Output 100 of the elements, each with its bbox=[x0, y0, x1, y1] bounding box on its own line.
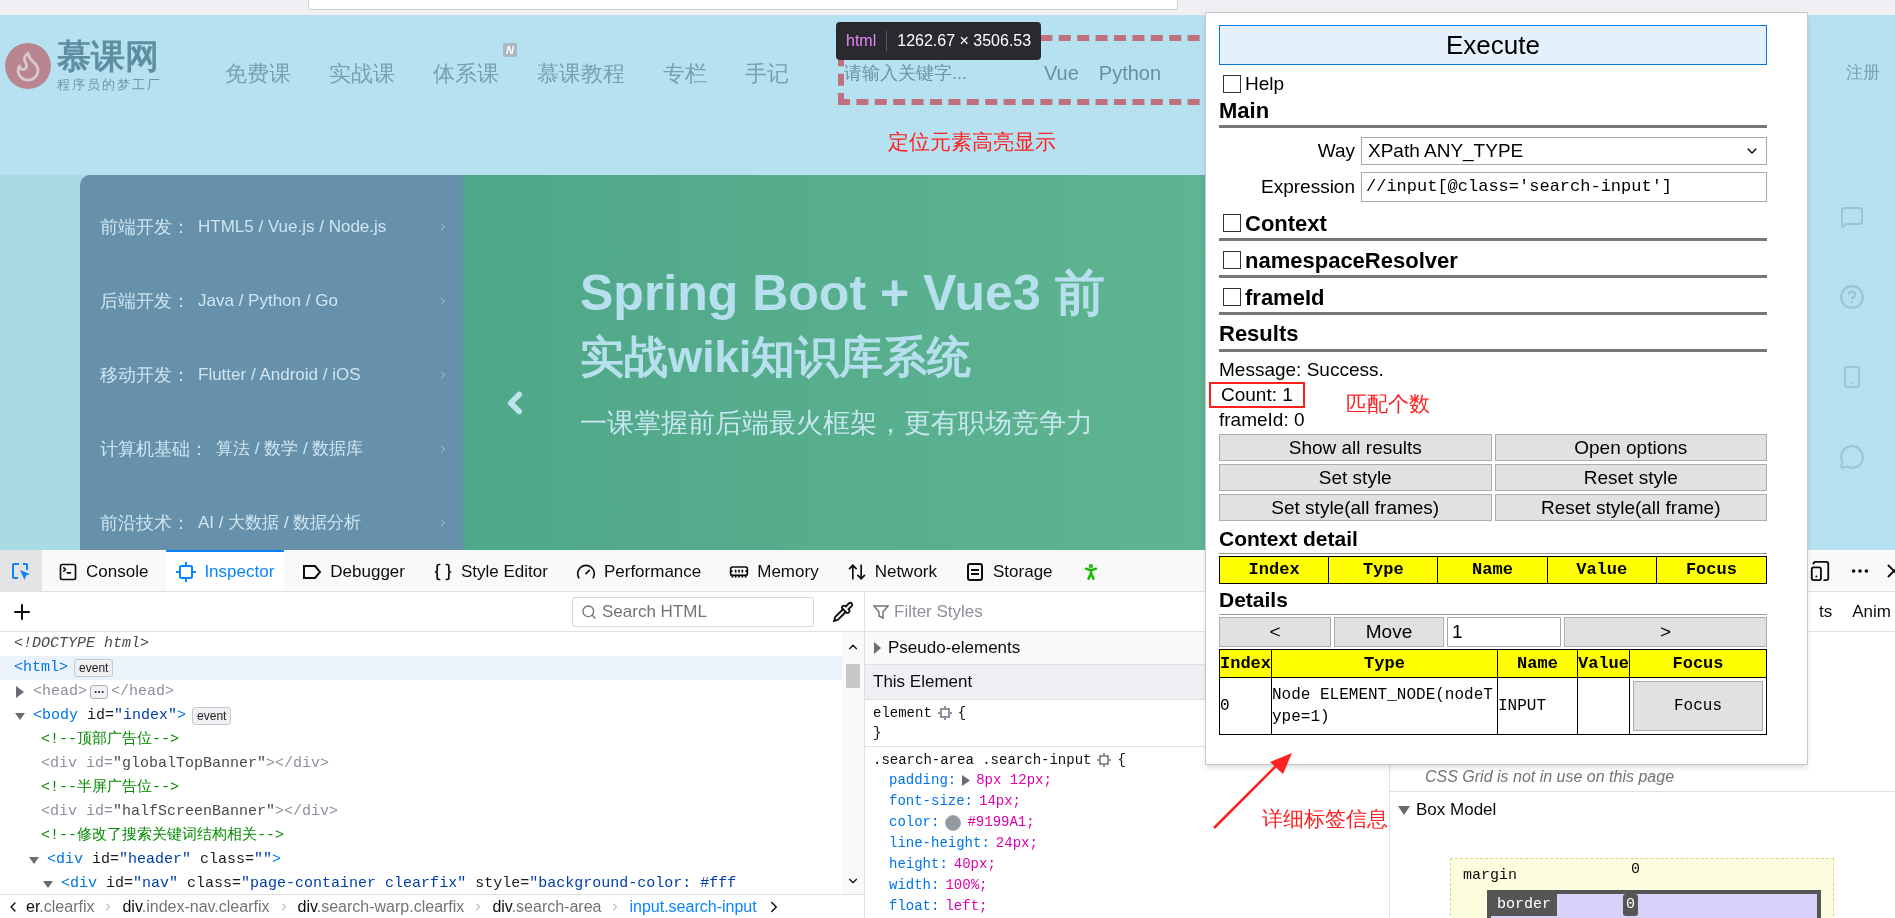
expanded-triangle-icon[interactable] bbox=[1398, 805, 1410, 815]
search-html-field[interactable]: Search HTML bbox=[572, 596, 814, 627]
new-badge: N bbox=[503, 42, 517, 57]
section-heading: Details bbox=[1219, 587, 1289, 613]
checkbox[interactable] bbox=[1223, 214, 1241, 232]
devtools-tab[interactable]: Inspector bbox=[166, 550, 285, 591]
expand-triangle-icon[interactable] bbox=[962, 775, 971, 786]
result-count: Count: 1 bbox=[1209, 382, 1305, 408]
ellipsis-badge[interactable] bbox=[90, 685, 109, 699]
column-header: Focus bbox=[1630, 650, 1766, 677]
checkbox[interactable] bbox=[1223, 75, 1241, 93]
markup-node[interactable]: <div id="header" class=""> bbox=[47, 848, 282, 872]
checkbox[interactable] bbox=[1223, 288, 1241, 306]
markup-node[interactable]: <!DOCTYPE html> bbox=[14, 632, 150, 656]
field-label: Way bbox=[1316, 138, 1355, 163]
event-badge[interactable]: event bbox=[192, 707, 232, 725]
responsive-design-icon[interactable] bbox=[1809, 559, 1831, 582]
breadcrumb-link[interactable]: div.search-area bbox=[492, 895, 602, 918]
action-button[interactable]: Show all results bbox=[1219, 434, 1492, 461]
column-header: Index bbox=[1220, 557, 1330, 583]
position-field[interactable]: 1 bbox=[1447, 617, 1561, 647]
devtools-tab[interactable]: Console bbox=[48, 550, 159, 591]
action-button[interactable]: Open options bbox=[1494, 434, 1767, 461]
section-heading[interactable]: Pseudo-elements bbox=[888, 635, 1021, 661]
column-header: Name bbox=[1498, 650, 1578, 677]
devtools-tab[interactable]: Debugger bbox=[292, 550, 415, 591]
column-header: Value bbox=[1547, 557, 1657, 583]
panel-tab[interactable]: ts bbox=[1819, 598, 1833, 625]
css-property: float: bbox=[889, 897, 940, 916]
css-value: #9199A1; bbox=[967, 813, 1035, 832]
breadcrumb-link[interactable]: div.index-nav.clearfix bbox=[122, 895, 270, 918]
way-select[interactable]: XPath ANY_TYPE bbox=[1361, 137, 1767, 165]
expanded-triangle-icon[interactable] bbox=[14, 711, 27, 721]
checkbox-label[interactable]: namespaceResolver bbox=[1245, 243, 1458, 277]
collapsed-triangle-icon[interactable] bbox=[873, 642, 882, 654]
storage-icon bbox=[965, 561, 985, 582]
checkbox-label[interactable]: frameId bbox=[1245, 280, 1325, 314]
devtools-tab[interactable]: Storage bbox=[955, 550, 1063, 591]
markup-node[interactable]: <html> bbox=[14, 656, 69, 680]
breadcrumb-link[interactable]: div.search-warp.clearfix bbox=[297, 895, 465, 918]
brace: { bbox=[1117, 750, 1126, 770]
section-heading[interactable]: Box Model bbox=[1416, 797, 1497, 823]
markup-node[interactable]: <!--修改了搜索关键词结构相关--> bbox=[41, 824, 284, 848]
expression-field[interactable]: //input[@class='search-input'] bbox=[1361, 172, 1767, 202]
element-picker-button[interactable] bbox=[0, 550, 42, 591]
devtools-tab[interactable]: Performance bbox=[565, 550, 712, 591]
annotation-text: 详细标签信息 bbox=[1262, 806, 1388, 832]
panel-tab[interactable]: Anim bbox=[1852, 598, 1891, 625]
action-button[interactable]: Set style bbox=[1219, 464, 1492, 491]
element-picker-icon[interactable] bbox=[10, 560, 32, 583]
expanded-triangle-icon[interactable] bbox=[28, 855, 41, 865]
column-header: Index bbox=[1220, 650, 1272, 677]
markup-node[interactable]: <body id="index"> bbox=[33, 704, 187, 728]
banner-title: Spring Boot + Vue3 前 bbox=[580, 264, 1105, 324]
css-property: line-height: bbox=[889, 834, 990, 853]
markup-node[interactable]: <div id="globalTopBanner"></div> bbox=[41, 752, 330, 776]
section-heading: Results bbox=[1219, 320, 1300, 348]
scrollbar-thumb[interactable] bbox=[846, 664, 860, 688]
focus-button[interactable]: Focus bbox=[1633, 681, 1763, 731]
column-header: Name bbox=[1438, 557, 1548, 583]
markup-node[interactable]: <div id="nav" class="page-container clearfix" style="background-color: #fff bbox=[61, 872, 737, 894]
execute-button[interactable]: Execute bbox=[1219, 25, 1767, 65]
closing-tag: </head> bbox=[111, 680, 175, 704]
action-button[interactable]: Reset style bbox=[1494, 464, 1767, 491]
css-property: width: bbox=[889, 876, 940, 895]
markup-node[interactable]: <div id="halfScreenBanner"></div> bbox=[41, 800, 339, 824]
css-selector: element bbox=[873, 703, 932, 723]
section-heading: This Element bbox=[873, 671, 973, 694]
crosshair-icon[interactable] bbox=[1097, 753, 1112, 767]
color-swatch[interactable] bbox=[945, 814, 962, 831]
site-slogan: 程序员的梦工厂 bbox=[57, 76, 162, 94]
eyedropper-icon[interactable] bbox=[832, 600, 854, 623]
action-button[interactable]: Reset style(all frame) bbox=[1494, 494, 1767, 521]
table-cell: INPUT bbox=[1498, 678, 1578, 734]
box-model-label: border bbox=[1491, 893, 1557, 916]
css-selector: .search-area .search-input bbox=[873, 750, 1092, 770]
devtools-tab[interactable]: Network bbox=[836, 550, 947, 591]
markup-node[interactable]: <!--半屏广告位--> bbox=[41, 776, 179, 800]
checkbox[interactable] bbox=[1223, 251, 1241, 269]
breadcrumb-link[interactable]: er.clearfix bbox=[26, 895, 95, 918]
previous-button[interactable]: < bbox=[1219, 617, 1331, 647]
action-button[interactable]: Set style(all frames) bbox=[1219, 494, 1492, 521]
event-badge[interactable]: event bbox=[74, 659, 114, 677]
expanded-triangle-icon[interactable] bbox=[42, 879, 55, 889]
grid-note: CSS Grid is not in use on this page bbox=[1425, 766, 1675, 787]
box-model-value: 0 bbox=[1631, 860, 1641, 880]
crosshair-icon[interactable] bbox=[937, 706, 952, 720]
column-header: Value bbox=[1578, 650, 1630, 677]
next-button[interactable]: > bbox=[1564, 617, 1767, 647]
banner-title: 实战wiki知识库系统 bbox=[580, 331, 973, 384]
css-property: height: bbox=[889, 855, 948, 874]
breadcrumb-link[interactable]: input.search-input bbox=[629, 895, 757, 918]
markup-node[interactable]: <!--顶部广告位--> bbox=[41, 728, 179, 752]
checkbox-label[interactable]: Help bbox=[1245, 69, 1285, 99]
move-button[interactable]: Move bbox=[1334, 617, 1444, 647]
devtools-tab[interactable]: Memory bbox=[719, 550, 829, 591]
devtools-tab[interactable]: Style Editor bbox=[423, 550, 558, 591]
table-cell: 0 bbox=[1220, 678, 1272, 734]
checkbox-label[interactable]: Context bbox=[1245, 206, 1327, 240]
css-value: 14px; bbox=[979, 792, 1022, 811]
